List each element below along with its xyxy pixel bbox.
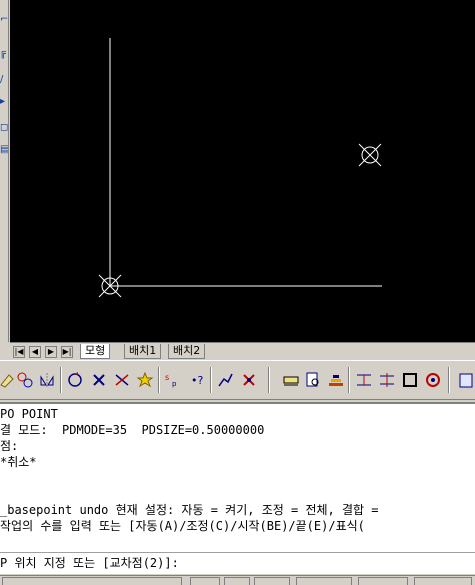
drawing-canvas[interactable] <box>10 0 475 342</box>
hatch-tool-icon[interactable]: ▤ <box>0 144 8 156</box>
dimension-icon[interactable] <box>280 369 302 391</box>
scale-icon[interactable]: sp <box>162 369 184 391</box>
polyline-tool-icon[interactable]: ╔ <box>0 48 8 60</box>
toolbar-separator <box>348 367 350 393</box>
draw-toolbar-strip: ⌐ ╔ / ▸ ◻ ▤ <box>0 0 9 342</box>
rotate-icon[interactable] <box>64 369 86 391</box>
toolbar-separator <box>158 367 160 393</box>
command-prompt-text: P 위치 지정 또는 [교차점(2)]: <box>0 556 179 570</box>
delete-icon[interactable] <box>88 369 110 391</box>
point-marker-origin[interactable] <box>98 274 122 298</box>
polar-toggle[interactable] <box>296 577 352 585</box>
properties-icon[interactable] <box>455 369 475 391</box>
command-history-line: 점: <box>0 439 19 453</box>
stretch-icon[interactable] <box>214 369 236 391</box>
toolbar-separator <box>448 367 450 393</box>
block-icon[interactable] <box>376 369 398 391</box>
tab-layout1[interactable]: 배치1 <box>124 344 162 359</box>
first-tab-button[interactable]: |◀ <box>13 346 25 358</box>
command-history-line: 결 모드: PDMODE=35 PDSIZE=0.50000000 <box>0 423 265 437</box>
last-tab-button[interactable]: ▶| <box>61 346 73 358</box>
insert-icon[interactable] <box>353 369 375 391</box>
question-icon[interactable]: •? <box>186 369 208 391</box>
command-prompt-line[interactable]: P 위치 지정 또는 [교차점(2)]: <box>0 552 475 574</box>
command-history-line: 작업의 수를 입력 또는 [자동(A)/조정(C)/시작(BE)/끝(E)/표식… <box>0 519 365 533</box>
svg-text:p: p <box>172 380 177 388</box>
explode-icon[interactable] <box>238 369 260 391</box>
toolbar-separator <box>60 367 62 393</box>
mirror-icon[interactable] <box>36 369 58 391</box>
point-marker-right[interactable] <box>358 143 382 167</box>
command-history-line: _basepoint undo 현재 설정: 자동 = 켜기, 조정 = 전체,… <box>0 503 386 517</box>
otrack-toggle[interactable] <box>414 577 472 585</box>
osnap-toggle[interactable] <box>358 577 408 585</box>
line-tool-icon[interactable]: ⌐ <box>0 14 8 26</box>
ortho-toggle[interactable] <box>254 577 290 585</box>
next-tab-button[interactable]: ▶ <box>45 346 57 358</box>
snap-toggle[interactable] <box>190 577 220 585</box>
command-history-line: PO POINT <box>0 407 58 421</box>
model-space-viewport[interactable] <box>10 0 475 342</box>
tab-layout2[interactable]: 배치2 <box>168 344 206 359</box>
prev-tab-button[interactable]: ◀ <box>29 346 41 358</box>
circle-tool-icon[interactable]: ▸ <box>0 96 8 108</box>
extend-icon[interactable] <box>134 369 156 391</box>
svg-text:s: s <box>165 373 169 382</box>
command-history-line: *취소* <box>0 455 37 469</box>
toolbar-separator <box>210 367 212 393</box>
rectangle-tool-icon[interactable]: ◻ <box>0 122 8 134</box>
modify-toolbar: sp •? <box>0 360 475 400</box>
snap-icon[interactable] <box>422 369 444 391</box>
toolbar-separator <box>268 367 270 393</box>
view-icon[interactable] <box>302 369 324 391</box>
layer-icon[interactable] <box>325 369 347 391</box>
layout-tab-bar: |◀ ◀ ▶ ▶| 모형 배치1 배치2 <box>10 342 475 359</box>
copy-icon[interactable] <box>14 369 36 391</box>
status-bar <box>0 575 475 585</box>
grid-toggle[interactable] <box>224 577 250 585</box>
frame-icon[interactable] <box>399 369 421 391</box>
command-history-window[interactable]: PO POINT 결 모드: PDMODE=35 PDSIZE=0.500000… <box>0 402 475 552</box>
coordinate-readout <box>2 577 182 585</box>
trim-icon[interactable] <box>111 369 133 391</box>
tab-model[interactable]: 모형 <box>80 344 111 359</box>
arc-tool-icon[interactable]: / <box>0 74 8 86</box>
svg-text:•?: •? <box>191 374 203 387</box>
